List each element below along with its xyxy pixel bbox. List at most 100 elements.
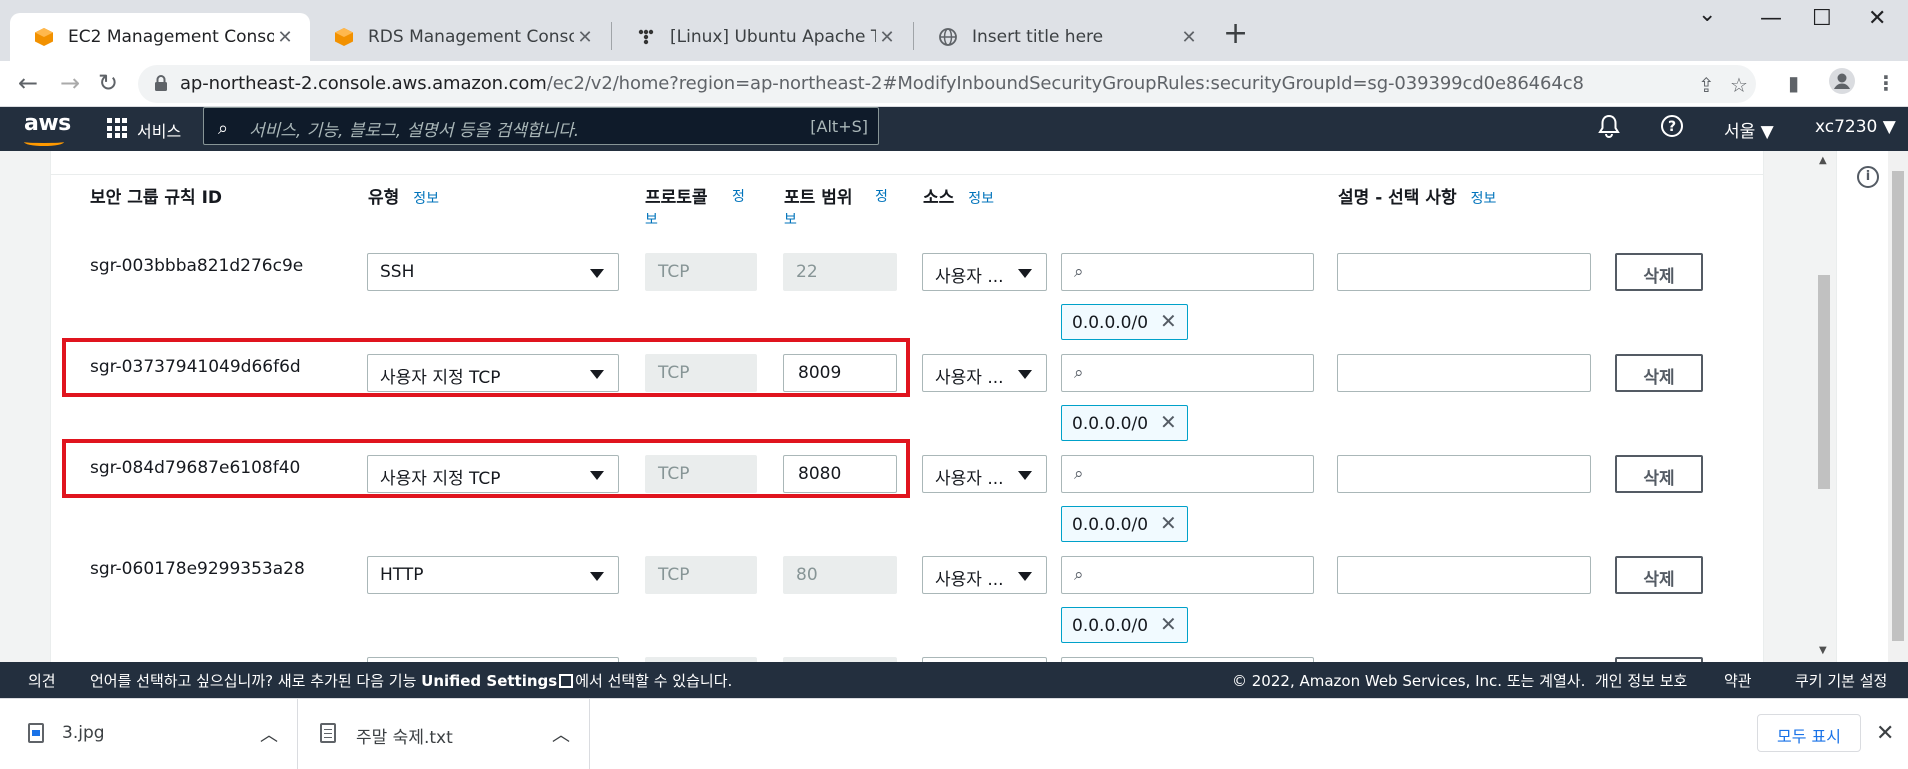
info-panel-icon[interactable]: i bbox=[1857, 166, 1879, 188]
source-value: 사용자 ... bbox=[935, 368, 1004, 388]
remove-token-icon[interactable]: ✕ bbox=[1160, 513, 1177, 533]
tab-ec2-console[interactable]: EC2 Management Console ✕ bbox=[10, 13, 310, 61]
caret-down-icon bbox=[590, 269, 604, 278]
download-item[interactable]: 주말 숙제.txt ︿ bbox=[298, 699, 590, 769]
aws-search-box[interactable]: ⌕ 서비스, 기능, 블로그, 설명서 등을 검색합니다. [Alt+S] bbox=[203, 107, 879, 145]
side-panel-icon[interactable]: ▮ bbox=[1788, 71, 1799, 95]
tab-ubuntu-tomcat[interactable]: [Linux] Ubuntu Apache Tomcat ✕ bbox=[612, 13, 912, 61]
cidr-search-input[interactable]: ⌕ bbox=[1061, 354, 1314, 392]
close-tab-icon[interactable]: ✕ bbox=[274, 27, 296, 48]
delete-button[interactable]: 삭제 bbox=[1615, 455, 1703, 493]
type-info-link[interactable]: 정보 bbox=[413, 191, 439, 207]
download-item[interactable]: 3.jpg ︿ bbox=[0, 699, 298, 769]
port-info-link-1[interactable]: 정 bbox=[875, 186, 888, 206]
type-select[interactable]: HTTP bbox=[367, 556, 619, 594]
scroll-up-arrow-icon[interactable]: ▲ bbox=[1819, 155, 1827, 166]
close-download-bar-icon[interactable]: ✕ bbox=[1876, 721, 1894, 746]
cidr-search-input[interactable]: ⌕ bbox=[1061, 253, 1314, 291]
protocol-info-link-1[interactable]: 정 bbox=[732, 186, 745, 206]
tab-insert-title[interactable]: Insert title here ✕ bbox=[914, 13, 1214, 61]
port-info-link-2[interactable]: 보 bbox=[784, 209, 797, 229]
kebab-menu-icon[interactable]: ⋮ bbox=[1876, 71, 1896, 95]
chevron-up-icon[interactable]: ︿ bbox=[552, 721, 570, 747]
description-input[interactable] bbox=[1337, 354, 1591, 392]
text-file-icon bbox=[320, 723, 336, 743]
help-icon[interactable]: ? bbox=[1660, 114, 1684, 143]
tab-rds-console[interactable]: RDS Management Console ✕ bbox=[310, 13, 610, 61]
panel-scrollbar[interactable]: ▲ ▼ bbox=[1815, 151, 1833, 662]
browser-tab-strip: EC2 Management Console ✕ RDS Management … bbox=[0, 0, 1908, 61]
remove-token-icon[interactable]: ✕ bbox=[1160, 311, 1177, 331]
port-range-field: 80 bbox=[783, 556, 897, 594]
source-select[interactable]: 사용자 ... bbox=[922, 455, 1047, 493]
globe-icon bbox=[939, 28, 957, 46]
cidr-search-input[interactable]: ⌕ bbox=[1061, 556, 1314, 594]
new-tab-plus-icon[interactable]: + bbox=[1223, 16, 1248, 51]
rule-id: sgr-060178e9299353a28 bbox=[90, 559, 305, 579]
tistory-icon bbox=[638, 29, 654, 45]
account-menu[interactable]: xc7230 ▼ bbox=[1815, 117, 1896, 137]
chevron-up-icon[interactable]: ︿ bbox=[260, 721, 278, 747]
url-text: ap-northeast-2.console.aws.amazon.com/ec… bbox=[180, 73, 1584, 94]
back-arrow-icon[interactable]: ← bbox=[18, 69, 38, 97]
tab-search-chevron-icon[interactable]: ⌄ bbox=[1698, 2, 1716, 27]
description-input[interactable] bbox=[1337, 455, 1591, 493]
search-icon: ⌕ bbox=[1074, 363, 1084, 383]
unified-settings-link[interactable]: Unified Settings bbox=[421, 672, 557, 690]
language-message: 언어를 선택하고 싶으십니까? 새로 추가된 다음 기능 Unified Set… bbox=[90, 670, 732, 691]
delete-button[interactable]: 삭제 bbox=[1615, 556, 1703, 594]
delete-button[interactable]: 삭제 bbox=[1615, 354, 1703, 392]
aws-logo[interactable]: aws bbox=[24, 111, 71, 146]
source-info-link[interactable]: 정보 bbox=[968, 191, 994, 207]
notification-bell-icon[interactable] bbox=[1598, 114, 1620, 143]
source-value: 사용자 ... bbox=[935, 570, 1004, 590]
profile-avatar-icon[interactable] bbox=[1828, 67, 1856, 100]
address-bar[interactable]: ap-northeast-2.console.aws.amazon.com/ec… bbox=[138, 65, 1756, 103]
source-select[interactable]: 사용자 ... bbox=[922, 354, 1047, 392]
feedback-link[interactable]: 의견 bbox=[28, 670, 56, 691]
cidr-search-input[interactable]: ⌕ bbox=[1061, 455, 1314, 493]
tab-title: EC2 Management Console bbox=[68, 27, 274, 47]
close-tab-icon[interactable]: ✕ bbox=[876, 27, 898, 48]
bookmark-star-icon[interactable]: ☆ bbox=[1730, 73, 1748, 97]
scroll-down-arrow-icon[interactable]: ▼ bbox=[1819, 645, 1827, 656]
cookie-preferences-link[interactable]: 쿠키 기본 설정 bbox=[1795, 670, 1887, 691]
source-select[interactable]: 사용자 ... bbox=[922, 556, 1047, 594]
delete-button[interactable]: 삭제 bbox=[1615, 253, 1703, 291]
show-all-downloads-button[interactable]: 모두 표시 bbox=[1757, 714, 1861, 752]
search-placeholder: 서비스, 기능, 블로그, 설명서 등을 검색합니다. bbox=[249, 121, 580, 141]
page-scrollbar-thumb[interactable] bbox=[1892, 171, 1904, 641]
scrollbar-thumb[interactable] bbox=[1818, 275, 1830, 489]
cidr-token: 0.0.0.0/0 ✕ bbox=[1061, 304, 1188, 340]
cidr-token: 0.0.0.0/0 ✕ bbox=[1061, 405, 1188, 441]
maximize-icon[interactable]: ☐ bbox=[1812, 6, 1832, 31]
type-value: SSH bbox=[380, 262, 415, 282]
description-info-link[interactable]: 정보 bbox=[1471, 191, 1497, 207]
share-icon[interactable]: ⇪ bbox=[1698, 73, 1715, 97]
source-select[interactable]: 사용자 ... bbox=[922, 253, 1047, 291]
close-tab-icon[interactable]: ✕ bbox=[574, 27, 596, 48]
aws-logo-text: aws bbox=[24, 111, 71, 136]
window-close-icon[interactable]: ✕ bbox=[1868, 6, 1886, 31]
header-description-label: 설명 - 선택 사항 bbox=[1338, 188, 1457, 208]
forward-arrow-icon[interactable]: → bbox=[60, 69, 80, 97]
close-tab-icon[interactable]: ✕ bbox=[1178, 27, 1200, 48]
minimize-icon[interactable]: — bbox=[1760, 6, 1782, 31]
region-selector[interactable]: 서울 ▼ bbox=[1724, 117, 1774, 142]
description-input[interactable] bbox=[1337, 556, 1591, 594]
port-range-field: 22 bbox=[783, 253, 897, 291]
services-menu[interactable]: 서비스 bbox=[137, 118, 181, 142]
terms-link[interactable]: 약관 bbox=[1724, 670, 1752, 691]
reload-icon[interactable]: ↻ bbox=[98, 69, 118, 97]
remove-token-icon[interactable]: ✕ bbox=[1160, 412, 1177, 432]
page-scrollbar[interactable] bbox=[1888, 151, 1908, 662]
remove-token-icon[interactable]: ✕ bbox=[1160, 614, 1177, 634]
protocol-info-link-2[interactable]: 보 bbox=[645, 209, 658, 229]
header-port-range: 포트 범위 bbox=[784, 188, 853, 208]
services-grid-icon[interactable] bbox=[107, 118, 127, 138]
description-input[interactable] bbox=[1337, 253, 1591, 291]
browser-toolbar: ← → ↻ ap-northeast-2.console.aws.amazon.… bbox=[0, 61, 1908, 107]
header-source: 소스 정보 bbox=[923, 183, 994, 208]
type-select[interactable]: SSH bbox=[367, 253, 619, 291]
privacy-link[interactable]: 개인 정보 보호 bbox=[1595, 670, 1687, 691]
